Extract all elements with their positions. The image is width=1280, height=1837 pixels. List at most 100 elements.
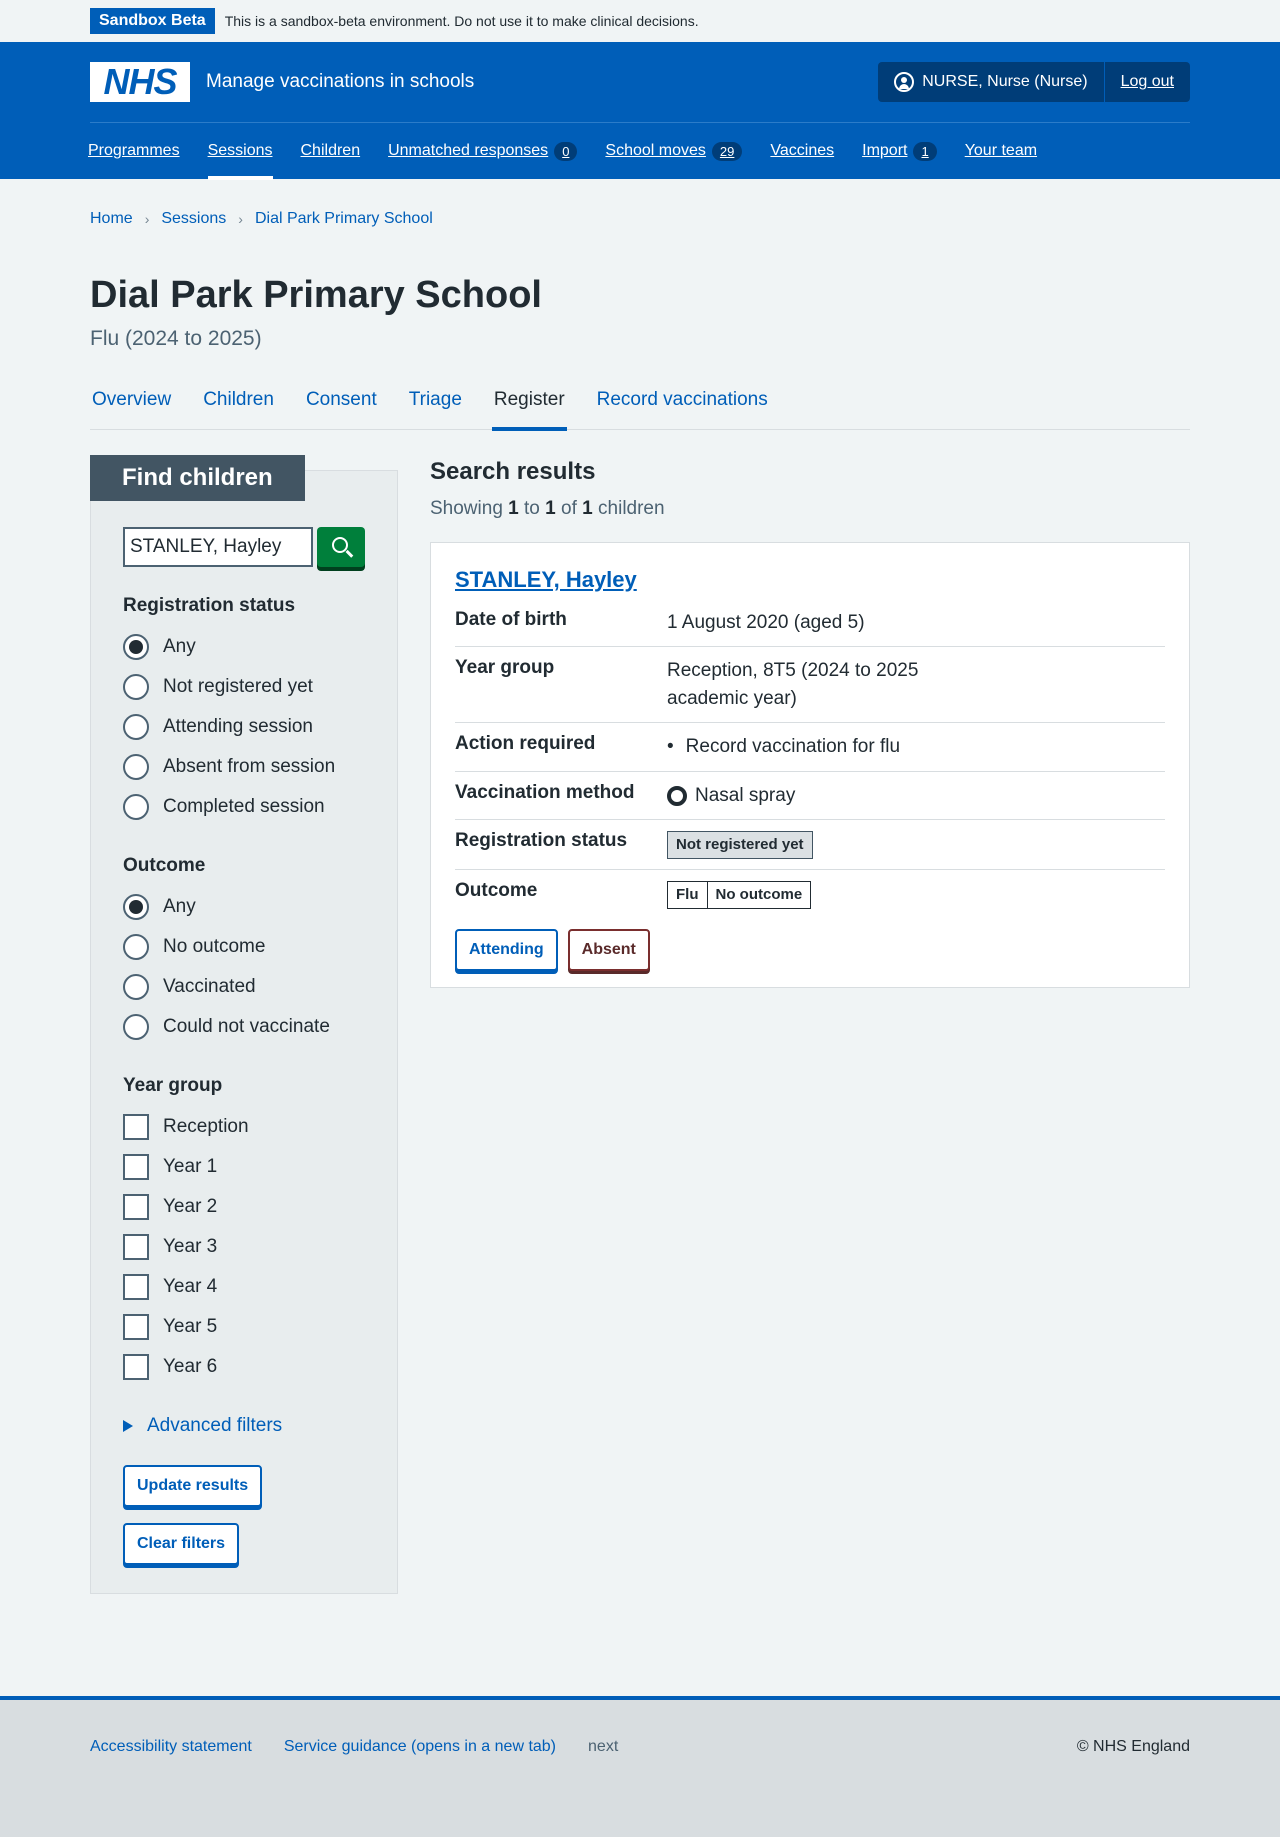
year-option-3[interactable]: Year 3 (123, 1227, 365, 1267)
nav-children[interactable]: Children (301, 123, 361, 180)
tab-register[interactable]: Register (491, 385, 567, 431)
tab-overview[interactable]: Overview (90, 385, 173, 430)
nasal-spray-icon (667, 785, 687, 806)
breadcrumb-sessions[interactable]: Sessions (161, 210, 226, 228)
year-option-5[interactable]: Year 5 (123, 1307, 365, 1347)
brand[interactable]: NHS Manage vaccinations in schools (90, 61, 474, 102)
nav-count-badge: 29 (711, 141, 743, 161)
year-option-2[interactable]: Year 2 (123, 1187, 365, 1227)
session-tabs: Overview Children Consent Triage Registe… (90, 385, 1190, 431)
advanced-filters-link[interactable]: Advanced filters (147, 1415, 282, 1437)
account-user-name: NURSE, Nurse (Nurse) (922, 73, 1088, 90)
logout-link[interactable]: Log out (1105, 62, 1190, 102)
primary-nav: Programmes Sessions Children Unmatched r… (88, 122, 1190, 180)
radio-button[interactable] (123, 893, 149, 920)
radio-button[interactable] (123, 633, 149, 660)
tab-record-vaccinations[interactable]: Record vaccinations (595, 385, 770, 430)
registration-option-any[interactable]: Any (123, 627, 365, 667)
nav-import[interactable]: Import 1 (862, 123, 937, 180)
checkbox[interactable] (123, 1233, 149, 1260)
summary-row-action: Action required Record vaccination for f… (455, 723, 1165, 772)
nav-unmatched-responses[interactable]: Unmatched responses 0 (388, 123, 578, 180)
outcome-option-could-not-vaccinate[interactable]: Could not vaccinate (123, 1007, 365, 1047)
header: NHS Manage vaccinations in schools NURSE… (0, 42, 1280, 180)
outcome-badge: Flu No outcome (667, 881, 812, 909)
account-menu: NURSE, Nurse (Nurse) Log out (878, 62, 1190, 102)
checkbox[interactable] (123, 1193, 149, 1220)
radio-button[interactable] (123, 793, 149, 820)
radio-button[interactable] (123, 673, 149, 700)
filters-panel: Find children STANLEY, Hayley Registrati… (90, 454, 398, 1594)
registration-option-not-registered[interactable]: Not registered yet (123, 667, 365, 707)
search-input[interactable]: STANLEY, Hayley (123, 526, 314, 567)
search-icon (331, 537, 348, 554)
radio-button[interactable] (123, 713, 149, 740)
outcome-option-vaccinated[interactable]: Vaccinated (123, 967, 365, 1007)
status-badge: Not registered yet (667, 831, 813, 860)
page-caption: Flu (2024 to 2025) (90, 326, 262, 350)
summary-row-registration: Registration status Not registered yet (455, 820, 1165, 871)
year-option-6[interactable]: Year 6 (123, 1347, 365, 1387)
nav-your-team[interactable]: Your team (965, 123, 1037, 180)
service-guidance-link[interactable]: Service guidance (opens in a new tab) (284, 1738, 556, 1756)
checkbox[interactable] (123, 1273, 149, 1300)
chevron-right-icon: › (144, 211, 150, 227)
sandbox-tag: Sandbox Beta (90, 8, 215, 34)
tab-consent[interactable]: Consent (304, 385, 379, 430)
action-bullet: Record vaccination for flu (667, 733, 947, 761)
nav-count-badge: 0 (554, 141, 578, 161)
registration-option-absent[interactable]: Absent from session (123, 747, 365, 787)
radio-button[interactable] (123, 933, 149, 960)
sandbox-banner: Sandbox Beta This is a sandbox-beta envi… (0, 0, 1280, 42)
summary-row-outcome: Outcome Flu No outcome (455, 870, 1165, 919)
search-button[interactable] (317, 526, 365, 567)
account-user: NURSE, Nurse (Nurse) (878, 62, 1105, 102)
year-option-1[interactable]: Year 1 (123, 1147, 365, 1187)
nhs-logo[interactable]: NHS (90, 61, 190, 102)
breadcrumb-home[interactable]: Home (90, 210, 133, 228)
nav-programmes[interactable]: Programmes (88, 123, 180, 180)
child-card: STANLEY, Hayley Date of birth 1 August 2… (430, 541, 1190, 988)
checkbox[interactable] (123, 1153, 149, 1180)
outcome-option-no-outcome[interactable]: No outcome (123, 927, 365, 967)
accessibility-link[interactable]: Accessibility statement (90, 1738, 252, 1756)
search-results: Search results Showing 1 to 1 of 1 child… (430, 456, 1190, 1594)
outcome-option-any[interactable]: Any (123, 887, 365, 927)
radio-button[interactable] (123, 1013, 149, 1040)
filters-heading: Find children (90, 454, 305, 501)
service-name[interactable]: Manage vaccinations in schools (206, 71, 474, 93)
nav-vaccines[interactable]: Vaccines (770, 123, 834, 180)
page-title: Dial Park Primary School (90, 274, 542, 316)
registration-legend: Registration status (123, 594, 296, 616)
summary-row-method: Vaccination method Nasal spray (455, 772, 1165, 821)
year-group-legend: Year group (123, 1074, 223, 1096)
radio-button[interactable] (123, 973, 149, 1000)
child-name-link[interactable]: STANLEY, Hayley (455, 567, 637, 592)
footer: Accessibility statement Service guidance… (0, 1696, 1280, 1837)
tab-triage[interactable]: Triage (407, 385, 464, 430)
tab-children[interactable]: Children (201, 385, 276, 430)
year-option-reception[interactable]: Reception (123, 1107, 365, 1147)
registration-option-attending[interactable]: Attending session (123, 707, 365, 747)
registration-option-completed[interactable]: Completed session (123, 787, 365, 827)
absent-button[interactable]: Absent (567, 928, 650, 971)
year-option-4[interactable]: Year 4 (123, 1267, 365, 1307)
attending-button[interactable]: Attending (455, 928, 558, 971)
results-count: Showing 1 to 1 of 1 children (430, 497, 665, 519)
checkbox[interactable] (123, 1353, 149, 1380)
nav-sessions[interactable]: Sessions (207, 123, 273, 180)
radio-button[interactable] (123, 753, 149, 780)
checkbox[interactable] (123, 1113, 149, 1140)
summary-row-year-group: Year group Reception, 8T5 (2024 to 2025 … (455, 647, 1165, 724)
checkbox[interactable] (123, 1313, 149, 1340)
breadcrumb: Home › Sessions › Dial Park Primary Scho… (90, 179, 1190, 237)
nav-school-moves[interactable]: School moves 29 (605, 123, 743, 180)
user-icon (894, 72, 915, 92)
clear-filters-button[interactable]: Clear filters (123, 1522, 240, 1565)
summary-row-dob: Date of birth 1 August 2020 (aged 5) (455, 599, 1165, 648)
results-heading: Search results (430, 457, 596, 485)
advanced-filters-toggle[interactable]: Advanced filters (123, 1415, 365, 1437)
update-results-button[interactable]: Update results (123, 1464, 263, 1507)
outcome-legend: Outcome (123, 854, 206, 876)
breadcrumb-school[interactable]: Dial Park Primary School (255, 210, 433, 228)
